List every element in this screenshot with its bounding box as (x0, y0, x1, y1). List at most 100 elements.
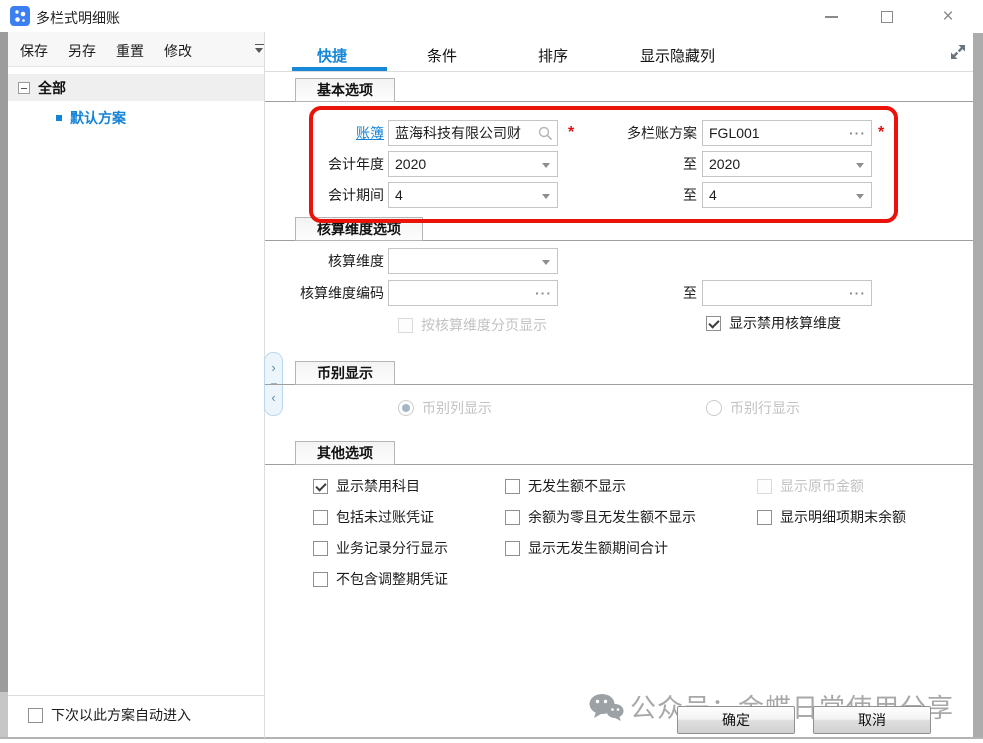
checkbox-icon[interactable] (28, 708, 43, 723)
tree-node-all-label: 全部 (38, 78, 66, 98)
dropdown-arrow-icon[interactable] (542, 194, 550, 203)
checkbox-icon[interactable] (505, 510, 520, 525)
period-select[interactable]: 4 (388, 182, 558, 208)
section-currency-display: 币别显示 (295, 361, 395, 385)
tree-node-all[interactable]: 全部 (8, 74, 264, 101)
dimension-select[interactable] (388, 248, 558, 274)
titlebar: 多栏式明细账 × (0, 0, 983, 32)
other-option-checkbox[interactable]: 显示禁用科目 (313, 477, 420, 495)
section-other-options: 其他选项 (295, 441, 395, 465)
auto-enter-label: 下次以此方案自动进入 (51, 705, 191, 725)
other-option-label: 余额为零且无发生额不显示 (528, 507, 696, 527)
other-option-label: 无发生额不显示 (528, 476, 626, 496)
window-bottom-border (0, 737, 983, 739)
maximize-icon (881, 11, 893, 23)
close-icon: × (942, 10, 953, 24)
tab-show-hide-columns[interactable]: 显示隐藏列 (640, 45, 715, 66)
minimize-button[interactable] (816, 8, 846, 26)
close-button[interactable]: × (933, 8, 963, 26)
other-option-checkbox[interactable]: 无发生额不显示 (505, 477, 626, 495)
show-disabled-dimension-label: 显示禁用核算维度 (729, 313, 841, 333)
tab-sort[interactable]: 排序 (538, 45, 568, 66)
checkbox-icon[interactable] (313, 541, 328, 556)
reset-button[interactable]: 重置 (116, 41, 144, 61)
section-basic-options: 基本选项 (295, 78, 395, 102)
radio-selected-icon (398, 400, 414, 416)
ledger-input[interactable]: 蓝海科技有限公司财 (388, 120, 558, 146)
chevron-right-icon[interactable]: › (265, 361, 282, 374)
dropdown-arrow-icon[interactable] (856, 163, 864, 172)
other-option-label: 包括未过账凭证 (336, 507, 434, 527)
ok-button[interactable]: 确定 (677, 706, 795, 734)
checkbox-checked-icon[interactable] (706, 316, 721, 331)
ledger-link-wrap: 账簿 (266, 120, 384, 146)
dropdown-arrow-icon[interactable] (856, 194, 864, 203)
checkbox-checked-icon[interactable] (313, 479, 328, 494)
modify-button[interactable]: 修改 (164, 41, 192, 61)
other-option-label: 业务记录分行显示 (336, 538, 448, 558)
save-button[interactable]: 保存 (20, 41, 48, 61)
tree-item-label: 默认方案 (70, 108, 126, 128)
scheme-toolbar: 保存 另存 重置 修改 (8, 32, 264, 67)
tab-condition[interactable]: 条件 (427, 45, 457, 66)
dimension-code-input[interactable]: ··· (388, 280, 558, 306)
tree-collapse-icon[interactable] (18, 82, 30, 94)
other-option-checkbox[interactable]: 包括未过账凭证 (313, 508, 434, 526)
tree-item-default-scheme[interactable]: 默认方案 (8, 106, 264, 130)
chevron-left-icon[interactable]: ‹ (265, 391, 282, 404)
checkbox-icon[interactable] (505, 479, 520, 494)
scheme-label: 多栏账方案 (560, 120, 697, 146)
checkbox-icon[interactable] (505, 541, 520, 556)
other-option-checkbox[interactable]: 业务记录分行显示 (313, 539, 448, 557)
dimension-code-label: 核算维度编码 (266, 280, 384, 306)
other-option-checkbox[interactable]: 不包含调整期凭证 (313, 570, 448, 588)
other-option-checkbox[interactable]: 显示无发生额期间合计 (505, 539, 668, 557)
ellipsis-button[interactable]: ··· (849, 121, 866, 145)
ellipsis-button[interactable]: ··· (849, 281, 866, 305)
currency-column-radio: 币别列显示 (398, 399, 492, 417)
dropdown-arrow-icon[interactable] (542, 163, 550, 172)
overflow-bar-icon (255, 44, 264, 45)
other-option-checkbox[interactable]: 显示明细项期末余额 (757, 508, 906, 526)
other-option-checkbox[interactable]: 余额为零且无发生额不显示 (505, 508, 696, 526)
maximize-button[interactable] (872, 8, 902, 26)
checkbox-icon[interactable] (313, 510, 328, 525)
checkbox-icon[interactable] (757, 510, 772, 525)
fiscal-year-select[interactable]: 2020 (388, 151, 558, 177)
currency-row-radio: 币别行显示 (706, 399, 800, 417)
other-option-label: 显示明细项期末余额 (780, 507, 906, 527)
fiscal-year-label: 会计年度 (266, 151, 384, 177)
required-asterisk: * (878, 124, 884, 142)
period-to-label: 至 (560, 182, 697, 208)
other-option-label: 显示禁用科目 (336, 476, 420, 496)
other-option-label: 显示原币金额 (780, 476, 864, 496)
fiscal-year-to-label: 至 (560, 151, 697, 177)
tab-quick[interactable]: 快捷 (317, 45, 347, 66)
show-disabled-dimension-checkbox[interactable]: 显示禁用核算维度 (706, 314, 841, 332)
other-option-label: 显示无发生额期间合计 (528, 538, 668, 558)
bullet-icon (56, 115, 62, 121)
minimize-icon (825, 16, 838, 18)
right-scrollbar[interactable] (973, 33, 983, 737)
fiscal-year-to-select[interactable]: 2020 (702, 151, 872, 177)
dimension-label: 核算维度 (266, 248, 384, 274)
expand-dialog-button[interactable] (948, 42, 968, 62)
period-label: 会计期间 (266, 182, 384, 208)
left-edge-strip-bottom (0, 692, 8, 738)
auto-enter-checkbox[interactable]: 下次以此方案自动进入 (28, 706, 191, 724)
scheme-input[interactable]: FGL001 ··· (702, 120, 872, 146)
dimension-code-to-input[interactable]: ··· (702, 280, 872, 306)
checkbox-icon[interactable] (313, 572, 328, 587)
section-dimension-options: 核算维度选项 (295, 217, 423, 241)
cancel-button[interactable]: 取消 (813, 706, 931, 734)
search-icon[interactable] (538, 126, 553, 141)
ledger-link[interactable]: 账簿 (356, 125, 384, 141)
ellipsis-button[interactable]: ··· (535, 281, 552, 305)
dimension-code-to-label: 至 (560, 280, 697, 306)
dropdown-arrow-icon[interactable] (542, 260, 550, 269)
left-edge-strip (0, 32, 8, 692)
expand-icon (958, 45, 965, 52)
dialog-window: 多栏式明细账 × 保存 另存 重置 修改 全部 默认方案 下次以此方案自动进入 … (0, 0, 983, 743)
save-as-button[interactable]: 另存 (68, 41, 96, 61)
period-to-select[interactable]: 4 (702, 182, 872, 208)
